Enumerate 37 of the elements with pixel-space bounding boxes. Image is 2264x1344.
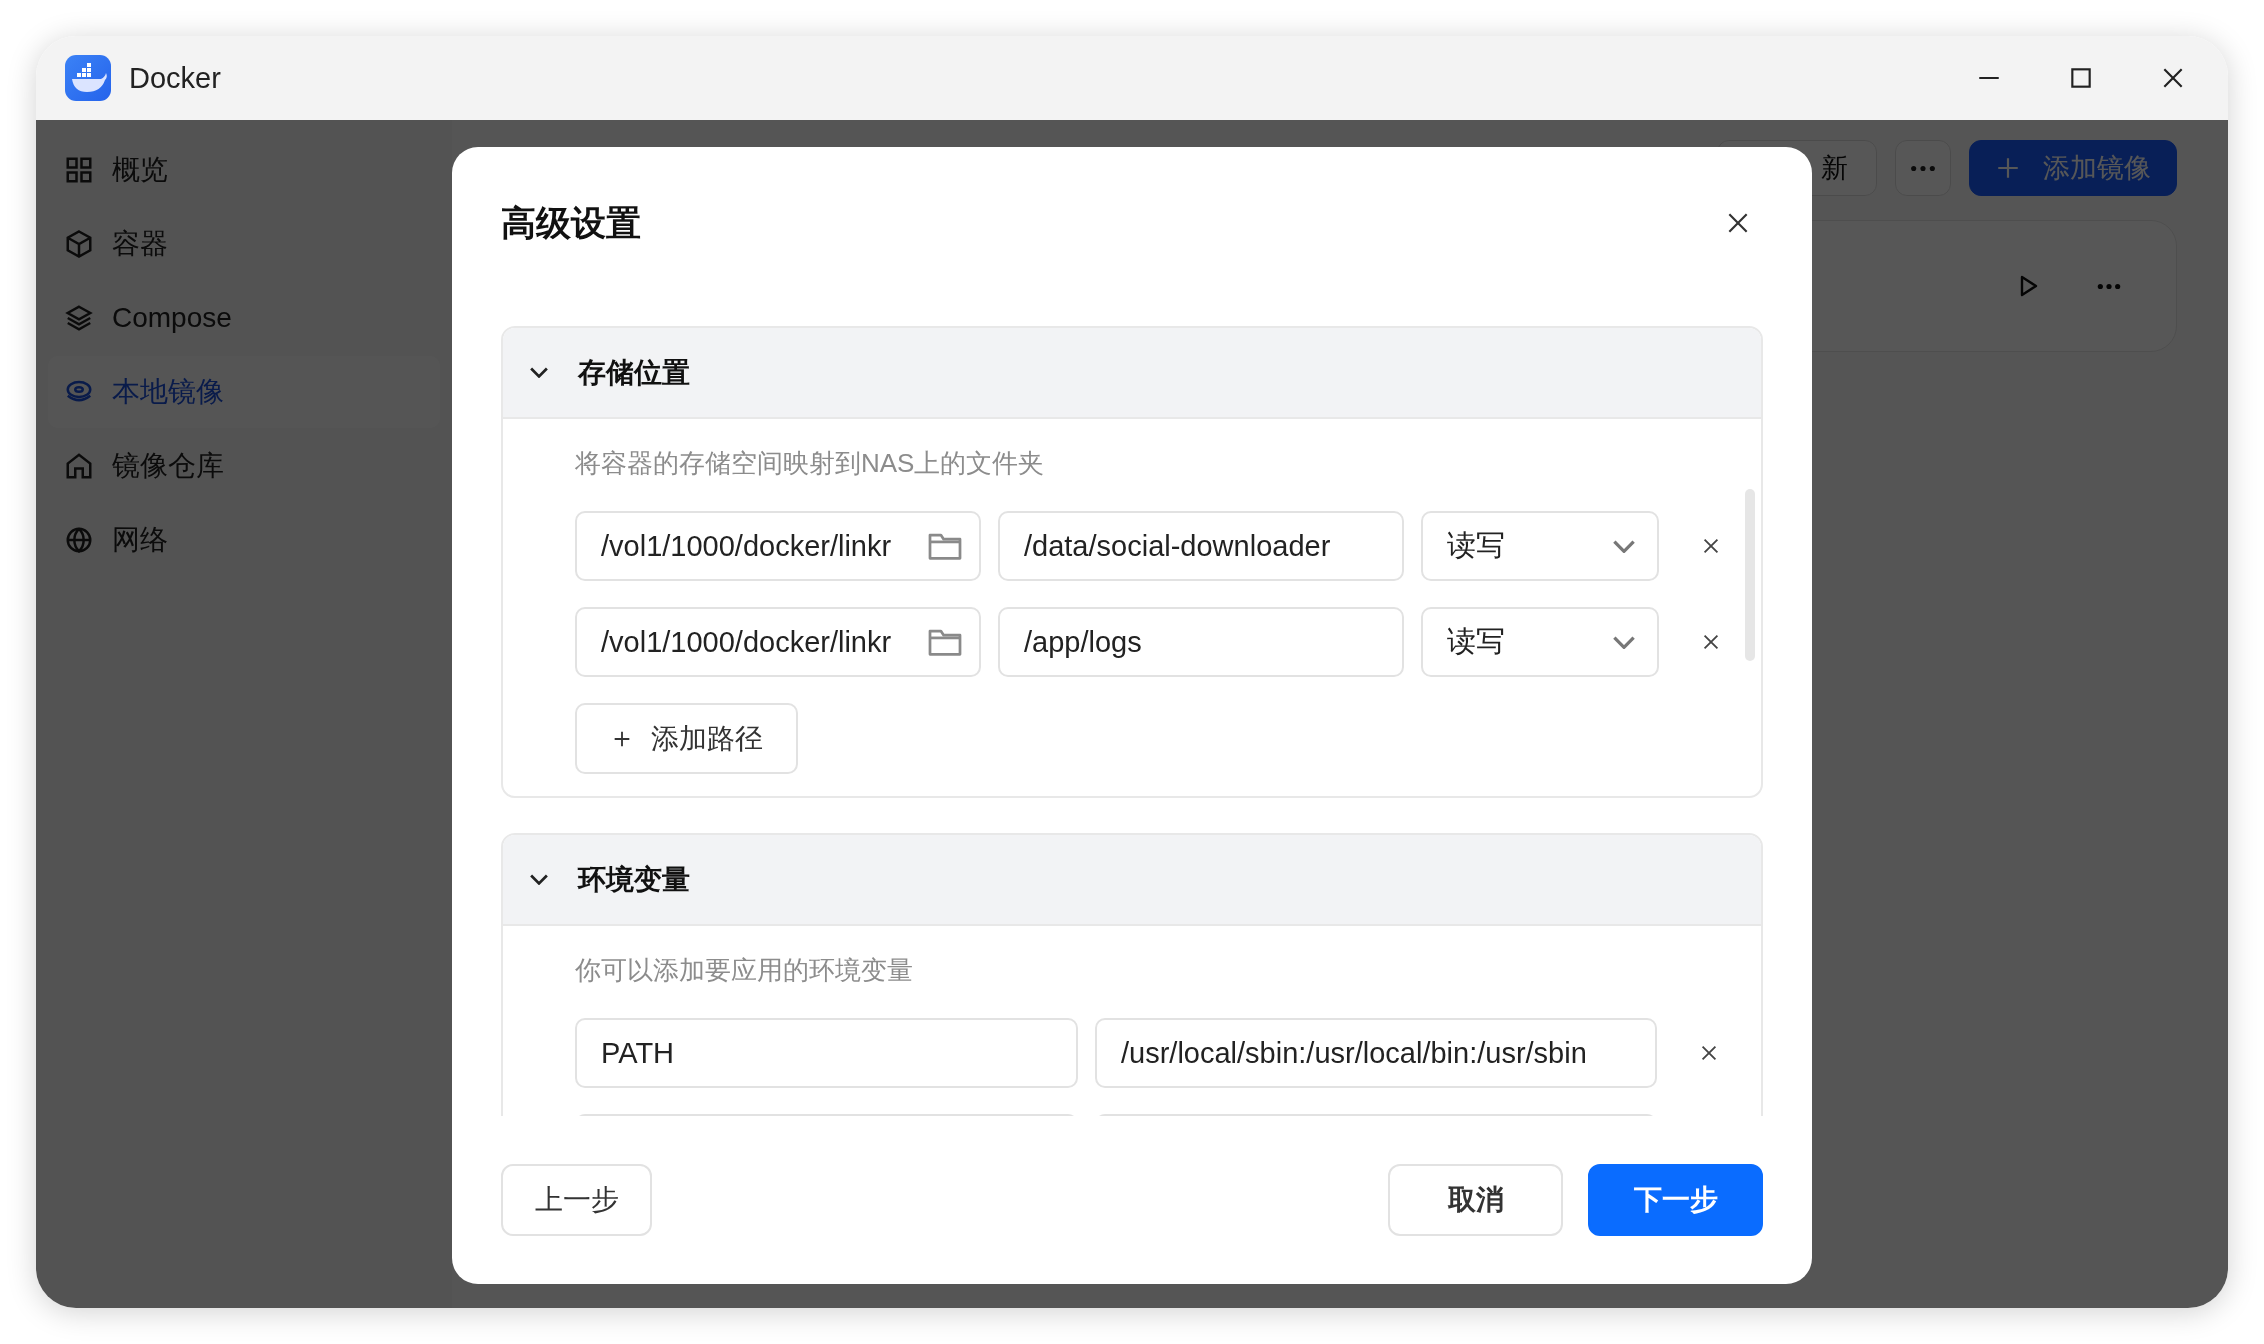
chevron-down-icon [1613, 635, 1635, 649]
container-path-field[interactable]: /data/social-downloader [998, 511, 1404, 581]
mode-select[interactable]: 读写 [1421, 607, 1659, 677]
back-button[interactable]: 上一步 [501, 1164, 652, 1236]
variable-value-field[interactable]: /usr/local/sbin:/usr/local/bin:/usr/sbin [1095, 1018, 1657, 1088]
house-icon [64, 451, 94, 481]
more-icon[interactable] [2096, 282, 2122, 290]
chevron-down-icon [1613, 539, 1635, 553]
section-title: 环境变量 [578, 862, 690, 897]
folder-icon[interactable] [927, 531, 963, 561]
section-title: 存储位置 [578, 355, 690, 390]
dialog-title: 高级设置 [501, 202, 641, 244]
chevron-down-icon [530, 874, 548, 885]
maximize-icon[interactable] [2068, 65, 2094, 91]
host-path-field[interactable]: /vol1/1000/docker/linkr [575, 607, 981, 677]
more-icon [1909, 164, 1937, 172]
plus-icon [1995, 155, 2021, 181]
section-header[interactable]: 环境变量 [503, 835, 1761, 926]
layers-icon [64, 303, 94, 333]
variable-name-field[interactable]: PATH [575, 1018, 1078, 1088]
globe-icon [64, 525, 94, 555]
chevron-down-icon [530, 367, 548, 378]
window-title: Docker [129, 61, 221, 95]
add-path-button[interactable]: 添加路径 [575, 703, 798, 774]
cancel-button[interactable]: 取消 [1388, 1164, 1563, 1236]
next-button[interactable]: 下一步 [1588, 1164, 1763, 1236]
grid-icon [64, 155, 94, 185]
host-path-field[interactable]: /vol1/1000/docker/linkr [575, 511, 981, 581]
scrollbar[interactable] [1745, 489, 1755, 661]
section-description: 将容器的存储空间映射到NAS上的文件夹 [575, 447, 1046, 480]
cube-icon [64, 229, 94, 259]
mode-select[interactable]: 读写 [1421, 511, 1659, 581]
container-path-field[interactable]: /app/logs [998, 607, 1404, 677]
section-description: 你可以添加要应用的环境变量 [575, 954, 914, 987]
section-header[interactable]: 存储位置 [503, 328, 1761, 419]
folder-icon[interactable] [927, 627, 963, 657]
whale-logo-icon [65, 55, 111, 101]
